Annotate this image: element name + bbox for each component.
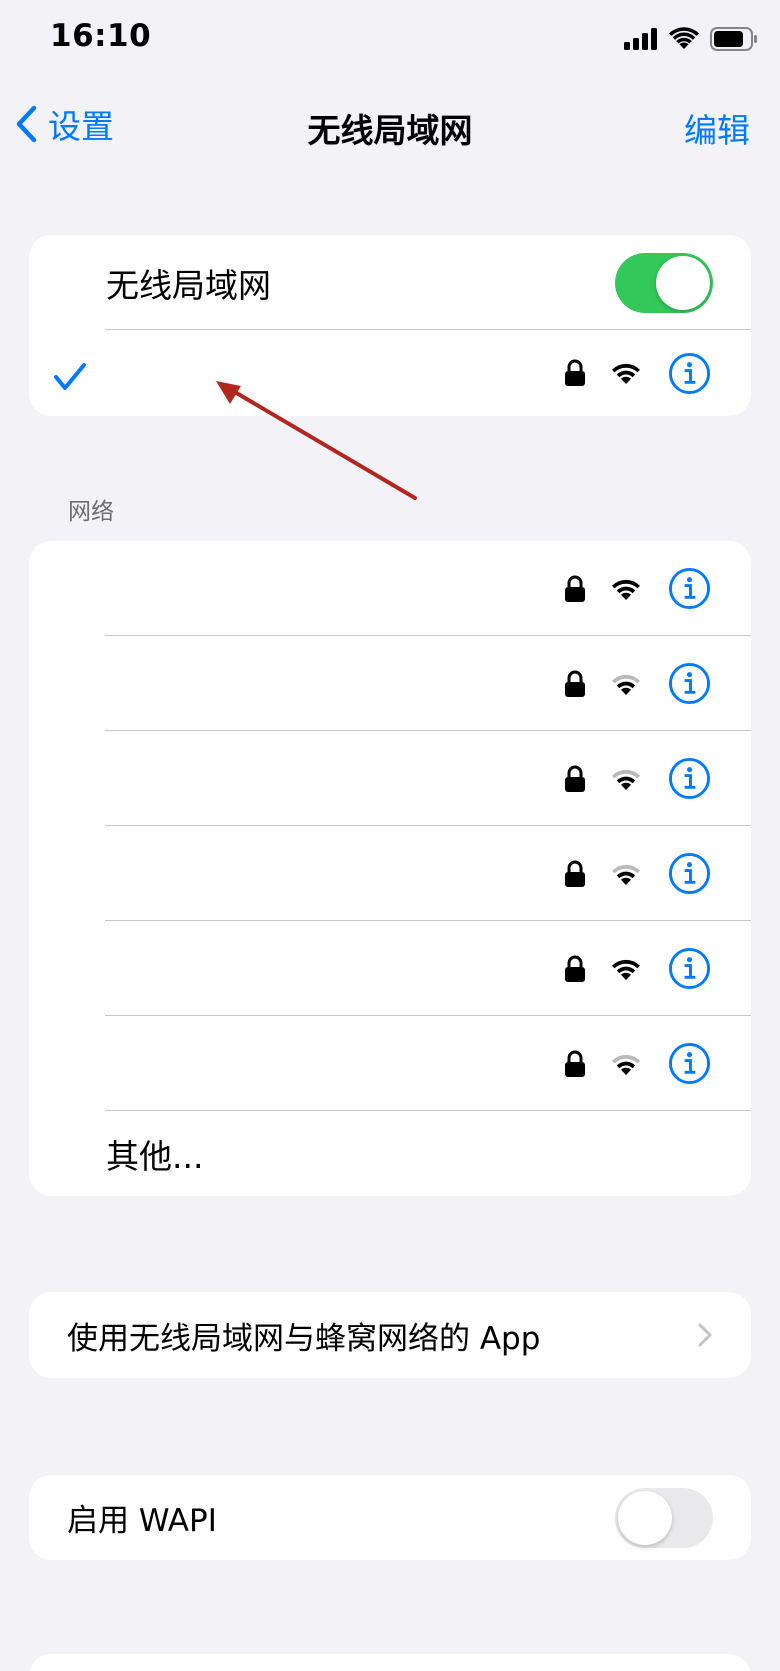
lock-icon [565, 670, 585, 697]
network-row[interactable] [29, 636, 751, 731]
apps-using-wifi-label: 使用无线局域网与蜂窝网络的 App [67, 1320, 541, 1357]
lock-icon [565, 860, 585, 887]
network-row[interactable] [29, 921, 751, 1016]
info-icon[interactable] [668, 852, 711, 895]
info-icon[interactable] [668, 567, 711, 610]
wifi-signal-icon [612, 674, 640, 695]
wifi-card: 无线局域网 [29, 235, 751, 416]
info-icon[interactable] [668, 662, 711, 705]
status-time: 16:10 [50, 18, 152, 54]
chevron-right-icon [698, 1323, 712, 1347]
wifi-signal-icon [612, 959, 640, 980]
edit-button[interactable]: 编辑 [684, 104, 750, 152]
connected-network-row[interactable] [29, 330, 751, 416]
wifi-toggle-label: 无线局域网 [106, 265, 271, 305]
apps-card: 使用无线局域网与蜂窝网络的 App [29, 1292, 751, 1378]
other-network-row[interactable]: 其他... [29, 1111, 751, 1196]
toggle-knob [656, 255, 710, 310]
other-network-label: 其他... [106, 1137, 204, 1176]
network-list [29, 541, 751, 1111]
wapi-toggle[interactable] [615, 1487, 713, 1548]
wifi-toggle[interactable] [615, 252, 713, 313]
network-row-icons [564, 567, 711, 610]
checkmark-icon [54, 363, 86, 390]
apps-using-wifi-row[interactable]: 使用无线局域网与蜂窝网络的 App [29, 1292, 751, 1378]
nav-bar: 设置 无线局域网 编辑 [0, 90, 780, 160]
info-icon[interactable] [668, 1042, 711, 1085]
lock-icon [565, 955, 585, 982]
wifi-toggle-row: 无线局域网 [29, 235, 751, 330]
cellular-signal-icon [624, 28, 657, 50]
toggle-knob [618, 1490, 672, 1545]
network-row-icons [564, 757, 711, 800]
status-bar: 16:10 [0, 0, 780, 80]
lock-icon [565, 765, 585, 792]
battery-icon [710, 27, 757, 51]
wifi-signal-icon [612, 864, 640, 885]
networks-card: 其他... [29, 541, 751, 1196]
network-row[interactable] [29, 1016, 751, 1111]
wifi-signal-icon [612, 579, 640, 600]
network-row-icons [564, 1042, 711, 1085]
network-row-icons [564, 852, 711, 895]
bottom-partial-card [29, 1654, 751, 1671]
info-icon[interactable] [668, 947, 711, 990]
page-title: 无线局域网 [307, 111, 473, 150]
network-row-icons [564, 662, 711, 705]
lock-icon [565, 575, 585, 602]
lock-icon [565, 1050, 585, 1077]
lock-icon [565, 359, 585, 386]
networks-section-header: 网络 [68, 499, 114, 525]
wifi-signal-icon [612, 363, 640, 384]
wifi-signal-icon [612, 1054, 640, 1075]
network-row[interactable] [29, 541, 751, 636]
wapi-label: 启用 WAPI [67, 1503, 217, 1539]
network-row[interactable] [29, 826, 751, 921]
info-icon[interactable] [668, 757, 711, 800]
status-icons [624, 24, 758, 54]
status-wifi-icon [669, 27, 699, 49]
network-row[interactable] [29, 731, 751, 826]
wapi-card: 启用 WAPI [29, 1475, 751, 1560]
wapi-row: 启用 WAPI [29, 1475, 751, 1560]
network-row-icons [564, 947, 711, 990]
info-icon[interactable] [668, 352, 711, 395]
wifi-signal-icon [612, 769, 640, 790]
